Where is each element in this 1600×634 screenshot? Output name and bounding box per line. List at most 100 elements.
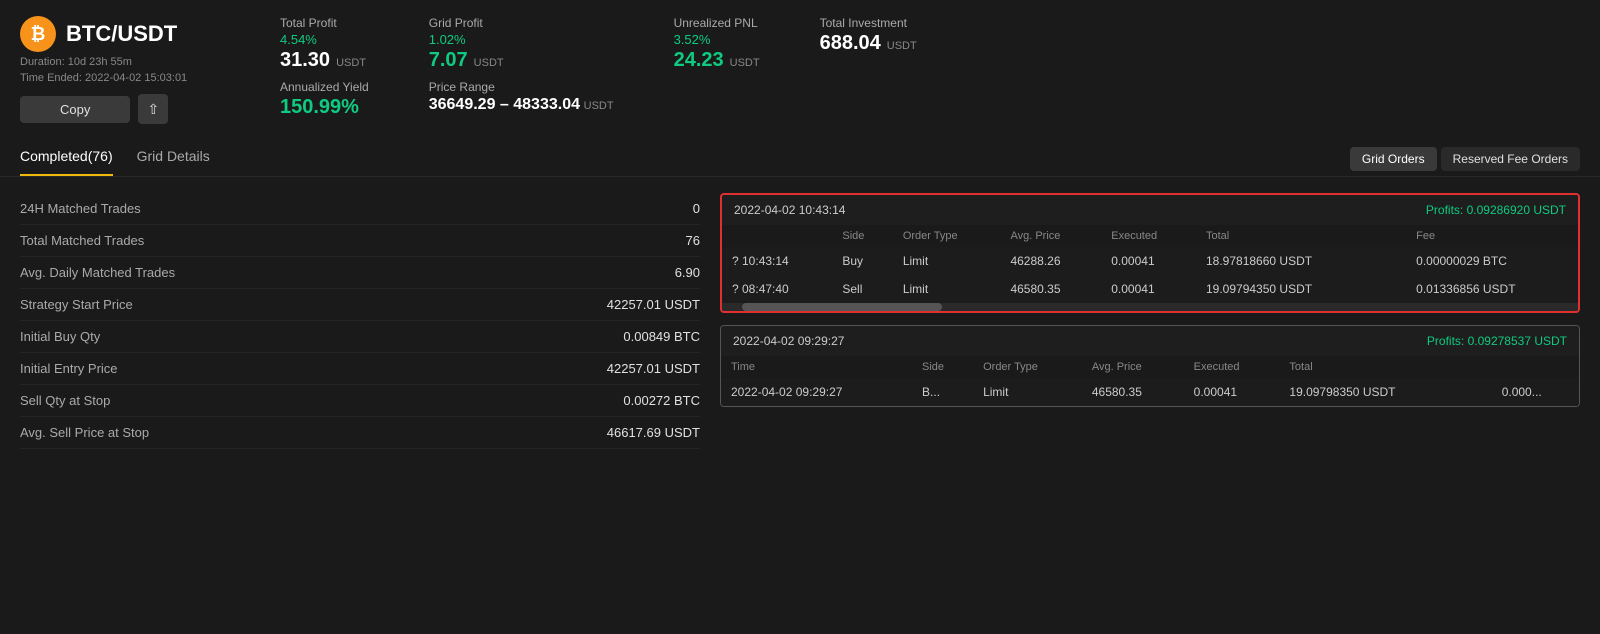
scrollbar-1[interactable]	[722, 303, 1578, 311]
row3-time: 2022-04-02 09:29:27	[721, 378, 912, 406]
row1-executed: 0.00041	[1101, 247, 1196, 275]
col-executed-1: Executed	[1101, 225, 1196, 247]
left-panel: 24H Matched Trades 0 Total Matched Trade…	[20, 193, 700, 449]
row1-side: Buy	[832, 247, 892, 275]
row2-side: Sell	[832, 275, 892, 303]
price-range-unit: USDT	[584, 100, 614, 112]
duration-info: Duration: 10d 23h 55m	[20, 56, 240, 68]
stat-value-24h: 0	[693, 201, 700, 216]
main-content: 24H Matched Trades 0 Total Matched Trade…	[0, 177, 1600, 465]
table-row: 2022-04-02 09:29:27 B... Limit 46580.35 …	[721, 378, 1579, 406]
trade-group-2-profit-value: 0.09278537 USDT	[1468, 334, 1567, 348]
stat-row-avg-sell-price: Avg. Sell Price at Stop 46617.69 USDT	[20, 417, 700, 449]
pair-title: BTC/USDT	[66, 21, 177, 47]
stat-row-start-price: Strategy Start Price 42257.01 USDT	[20, 289, 700, 321]
col-order-type-1: Order Type	[893, 225, 1001, 247]
total-profit-label: Total Profit	[280, 16, 369, 30]
row3-executed: 0.00041	[1184, 378, 1280, 406]
total-profit-unit: USDT	[336, 57, 366, 69]
col-time-2: Time	[721, 356, 912, 378]
stat-row-sell-qty: Sell Qty at Stop 0.00272 BTC	[20, 385, 700, 417]
col-avg-price-1: Avg. Price	[1000, 225, 1101, 247]
col-order-type-2: Order Type	[973, 356, 1082, 378]
stat-row-initial-entry-price: Initial Entry Price 42257.01 USDT	[20, 353, 700, 385]
time-ended-info: Time Ended: 2022-04-02 15:03:01	[20, 72, 240, 84]
total-investment-stat: Total Investment 688.04 USDT	[820, 16, 917, 119]
stat-row-initial-buy-qty: Initial Buy Qty 0.00849 BTC	[20, 321, 700, 353]
stat-label-total-matched: Total Matched Trades	[20, 233, 144, 248]
trade-table-1-header-row: Side Order Type Avg. Price Executed Tota…	[722, 225, 1578, 247]
stat-label-start-price: Strategy Start Price	[20, 297, 133, 312]
tab-btn-grid-orders[interactable]: Grid Orders	[1350, 147, 1437, 171]
trade-table-1: Side Order Type Avg. Price Executed Tota…	[722, 225, 1578, 303]
stat-label-avg-sell-price: Avg. Sell Price at Stop	[20, 425, 149, 440]
logo-row: ₿ BTC/USDT	[20, 16, 240, 52]
row2-fee: 0.01336856 USDT	[1406, 275, 1578, 303]
price-range-label: Price Range	[429, 80, 614, 94]
stat-row-avg-daily: Avg. Daily Matched Trades 6.90	[20, 257, 700, 289]
right-panel: 2022-04-02 10:43:14 Profits: 0.09286920 …	[720, 193, 1580, 449]
tabs-right: Grid Orders Reserved Fee Orders	[1350, 147, 1580, 171]
unrealized-pnl-unit: USDT	[730, 57, 760, 69]
unrealized-pnl-pct: 3.52%	[674, 32, 711, 47]
unrealized-pnl-label: Unrealized PNL	[674, 16, 760, 30]
stat-label-sell-qty: Sell Qty at Stop	[20, 393, 110, 408]
row3-fee: 0.000...	[1492, 378, 1579, 406]
stat-label-24h: 24H Matched Trades	[20, 201, 141, 216]
tab-grid-details[interactable]: Grid Details	[137, 142, 210, 176]
row2-executed: 0.00041	[1101, 275, 1196, 303]
tab-completed[interactable]: Completed(76)	[20, 142, 113, 176]
row2-total: 19.09794350 USDT	[1196, 275, 1377, 303]
trade-group-2-profit: Profits: 0.09278537 USDT	[1427, 334, 1567, 348]
grid-profit-label: Grid Profit	[429, 16, 614, 30]
row3-avg-price: 46580.35	[1082, 378, 1184, 406]
tab-btn-reserved-fee[interactable]: Reserved Fee Orders	[1441, 147, 1580, 171]
share-button[interactable]: ⇧	[138, 94, 168, 124]
table-row: ? 10:43:14 Buy Limit 46288.26 0.00041 18…	[722, 247, 1578, 275]
total-investment-value: 688.04	[820, 32, 881, 55]
row3-total: 19.09798350 USDT	[1279, 378, 1462, 406]
col-side-1: Side	[832, 225, 892, 247]
btc-icon: ₿	[20, 16, 56, 52]
grid-profit-value: 7.07	[429, 49, 468, 72]
total-profit-stat: Total Profit 4.54% 31.30 USDT Annualized…	[280, 16, 369, 119]
total-investment-label: Total Investment	[820, 16, 917, 30]
row3-side: B...	[912, 378, 973, 406]
total-profit-value: 31.30	[280, 49, 330, 72]
scrollbar-thumb-1	[742, 303, 942, 311]
stat-value-avg-daily: 6.90	[675, 265, 700, 280]
stat-label-avg-daily: Avg. Daily Matched Trades	[20, 265, 175, 280]
col-fee-1: Fee	[1406, 225, 1578, 247]
copy-button[interactable]: Copy	[20, 96, 130, 123]
trade-group-2-header: 2022-04-02 09:29:27 Profits: 0.09278537 …	[721, 326, 1579, 356]
stat-value-initial-buy-qty: 0.00849 BTC	[623, 329, 700, 344]
trade-group-2-date: 2022-04-02 09:29:27	[733, 334, 844, 348]
logo-section: ₿ BTC/USDT Duration: 10d 23h 55m Time En…	[20, 16, 240, 124]
total-profit-pct: 4.54%	[280, 32, 317, 47]
col-avg-price-2: Avg. Price	[1082, 356, 1184, 378]
stat-label-initial-entry-price: Initial Entry Price	[20, 361, 118, 376]
unrealized-pnl-value: 24.23	[674, 49, 724, 72]
stat-value-initial-entry-price: 42257.01 USDT	[607, 361, 700, 376]
grid-profit-unit: USDT	[474, 57, 504, 69]
stat-label-initial-buy-qty: Initial Buy Qty	[20, 329, 100, 344]
row1-fee: 0.00000029 BTC	[1406, 247, 1578, 275]
col-side-2: Side	[912, 356, 973, 378]
stats-section: Total Profit 4.54% 31.30 USDT Annualized…	[280, 16, 1580, 119]
stat-value-total-matched: 76	[686, 233, 700, 248]
trade-table-2: Time Side Order Type Avg. Price Executed…	[721, 356, 1579, 406]
grid-profit-pct: 1.02%	[429, 32, 466, 47]
row2-time: ? 08:47:40	[722, 275, 832, 303]
row1-order-type: Limit	[893, 247, 1001, 275]
row3-order-type: Limit	[973, 378, 1082, 406]
stat-value-avg-sell-price: 46617.69 USDT	[607, 425, 700, 440]
col-total-2: Total	[1279, 356, 1462, 378]
trade-group-1-date: 2022-04-02 10:43:14	[734, 203, 845, 217]
annualized-yield-label: Annualized Yield	[280, 80, 369, 94]
grid-profit-stat: Grid Profit 1.02% 7.07 USDT Price Range …	[429, 16, 614, 119]
trade-group-1-header: 2022-04-02 10:43:14 Profits: 0.09286920 …	[722, 195, 1578, 225]
trade-table-2-header-row: Time Side Order Type Avg. Price Executed…	[721, 356, 1579, 378]
annualized-yield-value: 150.99%	[280, 96, 369, 119]
row1-total: 18.97818660 USDT	[1196, 247, 1377, 275]
tabs-left: Completed(76) Grid Details	[20, 142, 210, 176]
